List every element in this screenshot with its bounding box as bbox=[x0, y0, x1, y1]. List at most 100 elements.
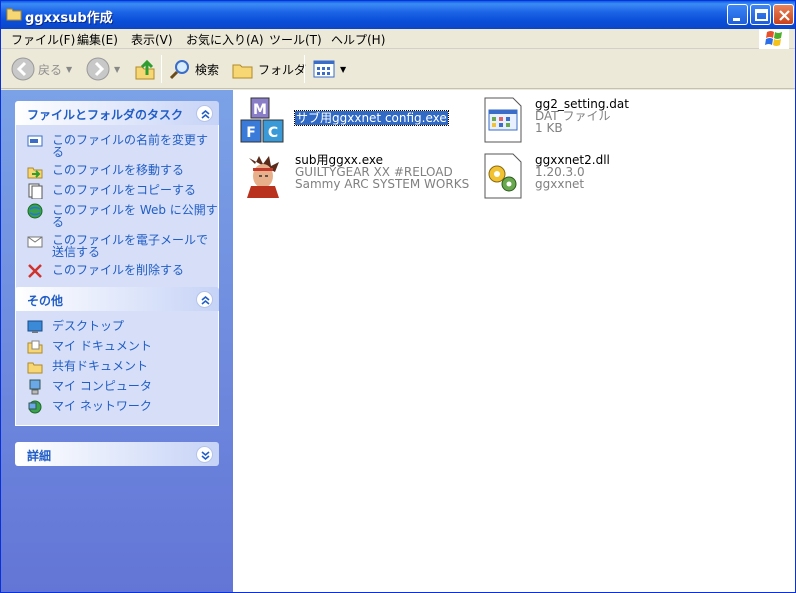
desktop-icon bbox=[27, 320, 43, 333]
collapse-button[interactable] bbox=[196, 105, 213, 122]
mfc-app-icon: M F C bbox=[240, 97, 284, 143]
file-item[interactable]: gg2_setting.dat DAT ファイル 1 KB bbox=[479, 96, 679, 144]
file-folder-tasks-list: このファイルの名前を変更する このファイルを移動する このファイルをコピーする … bbox=[15, 125, 219, 290]
file-text: sub用ggxx.exe GUILTYGEAR XX #RELOAD Sammy… bbox=[295, 154, 469, 190]
views-icon bbox=[313, 60, 335, 78]
task-rename[interactable]: このファイルの名前を変更する bbox=[16, 131, 218, 161]
back-arrow-icon bbox=[11, 57, 35, 81]
menu-edit[interactable]: 編集(E) bbox=[77, 31, 118, 48]
back-label: 戻る bbox=[38, 62, 63, 77]
move-icon bbox=[27, 167, 43, 179]
views-button[interactable]: ▼ bbox=[312, 56, 346, 82]
search-button[interactable]: 検索 bbox=[168, 56, 219, 82]
task-publish-web[interactable]: このファイルを Web に公開する bbox=[16, 201, 218, 231]
delete-icon bbox=[28, 264, 42, 278]
chevron-up-icon bbox=[201, 295, 210, 305]
dll-file-icon bbox=[484, 153, 522, 199]
menu-file[interactable]: ファイル(F) bbox=[11, 31, 75, 48]
folders-label: フォルダ bbox=[258, 62, 307, 77]
place-my-network[interactable]: マイ ネットワーク bbox=[16, 397, 218, 417]
windows-logo bbox=[759, 29, 789, 49]
menu-bar: ファイル(F) 編集(E) 表示(V) お気に入り(A) ツール(T) ヘルプ(… bbox=[1, 29, 795, 49]
task-rename-label: このファイルの名前を変更する bbox=[52, 133, 209, 159]
place-desktop-label: デスクトップ bbox=[52, 319, 125, 333]
place-my-computer-label: マイ コンピュータ bbox=[52, 379, 152, 393]
file-text: サブ用ggxxnet config.exe bbox=[294, 110, 449, 126]
task-copy-label: このファイルをコピーする bbox=[52, 183, 197, 197]
my-documents-icon bbox=[27, 340, 43, 354]
forward-button[interactable]: ▼ bbox=[86, 56, 120, 82]
task-email-label: このファイルを電子メールで送信する bbox=[52, 233, 209, 259]
file-folder-tasks-header[interactable]: ファイルとフォルダのタスク bbox=[15, 101, 219, 125]
details-panel: 詳細 bbox=[15, 442, 219, 466]
shared-documents-icon bbox=[27, 362, 43, 374]
place-shared-documents-label: 共有ドキュメント bbox=[52, 359, 149, 373]
views-dropdown-icon[interactable]: ▼ bbox=[340, 65, 346, 74]
other-places-panel: その他 デスクトップ マイ ドキュメント 共有ドキュメント マイ コンピュータ … bbox=[15, 287, 219, 426]
folder-icon bbox=[6, 8, 22, 21]
file-name: サブ用ggxxnet config.exe bbox=[294, 110, 449, 126]
file-item[interactable]: M F C サブ用ggxxnet config.exe bbox=[239, 96, 469, 144]
folders-icon bbox=[232, 64, 253, 79]
place-my-documents[interactable]: マイ ドキュメント bbox=[16, 337, 218, 357]
back-button[interactable]: 戻る ▼ bbox=[11, 56, 72, 82]
details-header[interactable]: 詳細 bbox=[15, 442, 219, 466]
chevron-up-icon bbox=[201, 109, 210, 119]
title-bar[interactable]: ggxxsub作成 bbox=[1, 1, 795, 29]
collapse-button[interactable] bbox=[196, 291, 213, 308]
file-item[interactable]: sub用ggxx.exe GUILTYGEAR XX #RELOAD Sammy… bbox=[239, 152, 469, 200]
forward-dropdown-icon[interactable]: ▼ bbox=[114, 65, 120, 74]
search-icon bbox=[169, 60, 189, 80]
maximize-button[interactable] bbox=[750, 4, 771, 25]
toolbar: 戻る ▼ ▼ 検索 フォルダ ▼ bbox=[1, 50, 795, 89]
task-move[interactable]: このファイルを移動する bbox=[16, 161, 218, 181]
task-delete-label: このファイルを削除する bbox=[52, 263, 185, 277]
chevron-down-icon bbox=[201, 451, 210, 461]
menu-favorites[interactable]: お気に入り(A) bbox=[186, 31, 264, 48]
other-places-header[interactable]: その他 bbox=[15, 287, 219, 311]
close-icon bbox=[779, 10, 790, 21]
forward-arrow-icon bbox=[86, 57, 110, 81]
close-button[interactable] bbox=[773, 4, 794, 25]
toolbar-separator bbox=[161, 55, 162, 83]
back-dropdown-icon[interactable]: ▼ bbox=[66, 65, 72, 74]
up-folder-button[interactable] bbox=[133, 56, 157, 82]
place-desktop[interactable]: デスクトップ bbox=[16, 317, 218, 337]
maximize-icon bbox=[755, 9, 768, 21]
task-copy[interactable]: このファイルをコピーする bbox=[16, 181, 218, 201]
window-title: ggxxsub作成 bbox=[25, 11, 113, 26]
windows-flag-icon bbox=[765, 31, 782, 46]
folders-button[interactable]: フォルダ bbox=[231, 56, 306, 82]
game-character-icon bbox=[247, 156, 279, 198]
task-pane: ファイルとフォルダのタスク このファイルの名前を変更する このファイルを移動する… bbox=[1, 90, 233, 592]
my-network-icon bbox=[28, 400, 42, 414]
task-publish-web-label: このファイルを Web に公開する bbox=[52, 203, 218, 229]
task-delete[interactable]: このファイルを削除する bbox=[16, 261, 218, 281]
task-email[interactable]: このファイルを電子メールで送信する bbox=[16, 231, 218, 261]
expand-button[interactable] bbox=[196, 446, 213, 463]
other-places-title: その他 bbox=[27, 294, 64, 308]
publish-web-icon bbox=[27, 203, 43, 219]
menu-view[interactable]: 表示(V) bbox=[131, 31, 173, 48]
file-size: 1 KB bbox=[535, 121, 563, 135]
file-company: ggxxnet bbox=[535, 177, 585, 191]
file-folder-tasks-panel: ファイルとフォルダのタスク このファイルの名前を変更する このファイルを移動する… bbox=[15, 101, 219, 290]
search-label: 検索 bbox=[195, 62, 220, 77]
place-my-documents-label: マイ ドキュメント bbox=[52, 339, 152, 353]
up-folder-icon bbox=[135, 59, 155, 80]
explorer-window: ggxxsub作成 ファイル(F) 編集(E) 表示(V) お気に入り(A) ツ… bbox=[0, 0, 796, 593]
file-text: gg2_setting.dat DAT ファイル 1 KB bbox=[535, 98, 629, 134]
svg-text:M: M bbox=[253, 102, 267, 118]
file-item[interactable]: ggxxnet2.dll 1.20.3.0 ggxxnet bbox=[479, 152, 679, 200]
file-folder-tasks-title: ファイルとフォルダのタスク bbox=[27, 108, 184, 122]
menu-tools[interactable]: ツール(T) bbox=[269, 31, 322, 48]
place-shared-documents[interactable]: 共有ドキュメント bbox=[16, 357, 218, 377]
menu-help[interactable]: ヘルプ(H) bbox=[331, 31, 385, 48]
minimize-button[interactable] bbox=[727, 4, 748, 25]
minimize-icon bbox=[733, 18, 740, 21]
place-my-computer[interactable]: マイ コンピュータ bbox=[16, 377, 218, 397]
copy-icon bbox=[28, 183, 43, 199]
details-title: 詳細 bbox=[27, 449, 52, 463]
toolbar-separator bbox=[304, 55, 305, 83]
email-icon bbox=[27, 236, 43, 248]
